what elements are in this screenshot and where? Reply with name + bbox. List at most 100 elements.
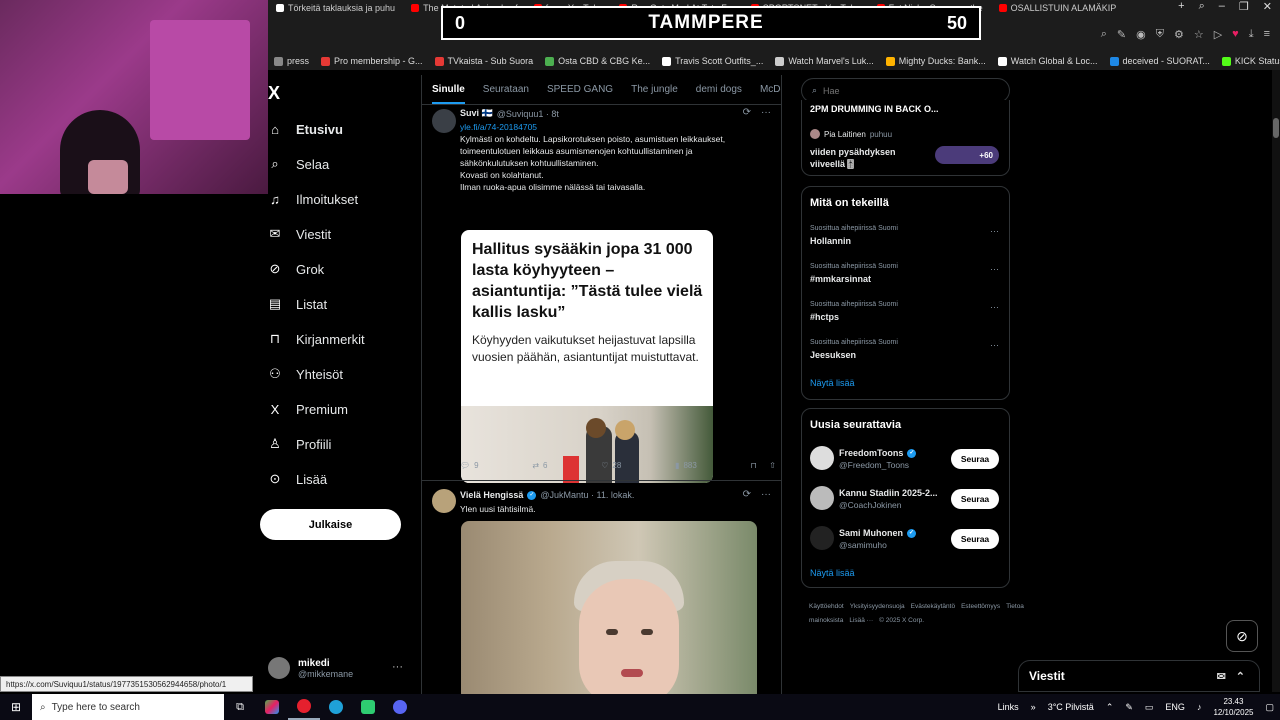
bookmark-item[interactable]: TVkaista - Sub Suora (429, 56, 540, 66)
follow-name[interactable]: Kannu Stadiin 2025-2... (839, 488, 938, 498)
bookmark-item[interactable]: Watch Global & Loc... (992, 56, 1104, 66)
share-icon[interactable]: ⇧ (769, 461, 776, 470)
volume-icon[interactable]: ♪ (1197, 702, 1202, 712)
windows-start-icon[interactable]: ⊞ (0, 694, 32, 720)
reply-button[interactable]: 💬︎ 9 (460, 461, 479, 470)
new-tab-icon[interactable]: + (1178, 0, 1184, 13)
more-icon[interactable]: ··· (990, 264, 999, 274)
tweet-link[interactable]: yle.fi/a/74-20184705 (460, 121, 760, 133)
show-more-link[interactable]: Näytä lisää (810, 568, 855, 578)
chevron-icon[interactable]: » (1031, 702, 1036, 712)
taskbar-search[interactable]: ⌕ Type here to search (32, 694, 224, 720)
search-tabs-icon[interactable]: ⌕ (1199, 0, 1205, 13)
scrollbar[interactable] (1272, 70, 1280, 692)
edit-icon[interactable]: ✎ (1117, 28, 1126, 41)
nav-item-grok[interactable]: ⊘ Grok (268, 259, 325, 279)
compose-message-icon[interactable]: ✉ (1217, 670, 1226, 683)
live-space-panel[interactable]: 2PM DRUMMING IN BACK O... Pia Laitinen p… (801, 100, 1010, 176)
nav-item-lisää[interactable]: ⊙ Lisää (268, 469, 328, 489)
feed-tab[interactable]: demi dogs (696, 84, 742, 95)
nav-item-listat[interactable]: ▤ Listat (268, 294, 327, 314)
clock[interactable]: 23.43 12/10/2025 (1213, 696, 1253, 718)
more-icon[interactable]: ··· (990, 226, 999, 236)
chevron-up-icon[interactable]: ⌃ (1236, 670, 1245, 683)
minimize-icon[interactable]: – (1219, 0, 1225, 13)
scrollbar-thumb[interactable] (1273, 118, 1279, 138)
feed-tab[interactable]: Seurataan (483, 84, 529, 95)
tweet-image[interactable] (461, 521, 757, 695)
discord-icon[interactable] (384, 694, 416, 720)
more-icon[interactable]: ··· (761, 489, 771, 500)
feed-tab[interactable]: The jungle (631, 84, 678, 95)
nav-item-yhteisöt[interactable]: ⚇ Yhteisöt (268, 364, 343, 384)
gear-icon[interactable]: ⚙ (1174, 28, 1184, 41)
search-icon[interactable]: ⌕ (1101, 28, 1107, 41)
app-icon[interactable] (256, 694, 288, 720)
trend-item[interactable]: #hctps (810, 312, 839, 322)
bookmark-item[interactable]: Osta CBD & CBG Ke... (539, 56, 656, 66)
post-button[interactable]: Julkaise (260, 509, 401, 540)
more-icon[interactable]: ··· (761, 107, 771, 118)
feed-tab[interactable]: McDonald (760, 84, 781, 95)
edge-icon[interactable] (320, 694, 352, 720)
footer-link[interactable]: Yksityisyydensuoja (850, 603, 905, 610)
follow-name[interactable]: FreedomToons ✓ (839, 448, 917, 458)
tweet-author-handle[interactable]: @JukMantu · 11. lokak. (540, 490, 634, 500)
nav-item-viestit[interactable]: ✉ Viestit (268, 224, 332, 244)
maximize-icon[interactable]: ❐ (1239, 0, 1249, 13)
camera-icon[interactable]: ◉ (1136, 28, 1146, 41)
star-icon[interactable]: ☆ (1194, 28, 1204, 41)
footer-link[interactable]: Lisää ··· (849, 617, 873, 624)
tweet-author-name[interactable]: Suvi 🇫🇮 (460, 108, 493, 119)
views-button[interactable]: ▮ 883 (675, 461, 697, 470)
nav-item-ilmoitukset[interactable]: ♫ Ilmoitukset (268, 189, 358, 209)
more-icon[interactable]: ··· (990, 340, 999, 350)
feed-tab[interactable]: SPEED GANG (547, 84, 613, 95)
show-more-link[interactable]: Näytä lisää (810, 378, 855, 388)
link-card[interactable]: Hallitus sysääkin jopa 31 000 lasta köyh… (461, 230, 713, 483)
bookmark-item[interactable]: KICK Status Page (1216, 56, 1280, 66)
play-icon[interactable]: ▷ (1214, 28, 1222, 41)
grok-icon[interactable]: ⟳ (743, 489, 751, 500)
bookmark-item[interactable]: Mighty Ducks: Bank... (880, 56, 992, 66)
bookmark-item[interactable]: press (268, 56, 315, 66)
tweet-author-handle[interactable]: @Suviquu1 · 8t (497, 109, 559, 119)
grok-button[interactable]: ⊘ (1226, 620, 1258, 652)
avatar[interactable] (810, 446, 834, 470)
network-icon[interactable]: ▭ (1145, 702, 1154, 713)
feed-tab[interactable]: Sinulle (432, 84, 465, 104)
avatar[interactable] (810, 486, 834, 510)
trend-item[interactable]: Hollannin (810, 236, 851, 246)
tweet-author-name[interactable]: Vielä Hengissä (460, 490, 523, 500)
listener-count[interactable]: +60 (935, 146, 999, 164)
app-icon[interactable] (352, 694, 384, 720)
avatar[interactable] (810, 526, 834, 550)
task-view-icon[interactable]: ⧉ (224, 694, 256, 720)
more-icon[interactable]: ··· (392, 661, 403, 673)
like-button[interactable]: ♡ 28 (601, 461, 621, 470)
nav-item-etusivu[interactable]: ⌂ Etusivu (268, 119, 343, 139)
notifications-icon[interactable]: ▢ (1265, 702, 1274, 713)
opera-icon[interactable] (288, 694, 320, 720)
footer-link[interactable]: © 2025 X Corp. (879, 617, 924, 624)
nav-item-selaa[interactable]: ⌕ Selaa (268, 154, 329, 174)
bookmark-item[interactable]: Watch Marvel's Luk... (769, 56, 879, 66)
follow-button[interactable]: Seuraa (951, 449, 999, 469)
nav-item-premium[interactable]: X Premium (268, 399, 348, 419)
nav-item-profiili[interactable]: ♙ Profiili (268, 434, 331, 454)
x-logo-icon[interactable]: X (268, 83, 280, 104)
bookmark-icon[interactable]: ⊓ (751, 461, 757, 470)
download-icon[interactable]: ⤓ (1249, 28, 1254, 41)
more-icon[interactable]: ··· (990, 302, 999, 312)
links-toolbar[interactable]: Links (998, 702, 1019, 712)
browser-tab[interactable]: OSALLISTUIN ALAMÄKIP (991, 0, 1125, 16)
follow-button[interactable]: Seuraa (951, 529, 999, 549)
footer-link[interactable]: Evästekäytäntö (911, 603, 955, 610)
account-switcher[interactable]: mikedi @mikkemane ··· (268, 653, 413, 683)
bookmark-item[interactable]: Pro membership - G... (315, 56, 429, 66)
footer-link[interactable]: Esteettömyys (961, 603, 1000, 610)
repost-button[interactable]: ⇄ 6 (532, 461, 547, 470)
close-icon[interactable]: ✕ (1263, 0, 1272, 13)
follow-name[interactable]: Sami Muhonen ✓ (839, 528, 917, 538)
nav-item-kirjanmerkit[interactable]: ⊓ Kirjanmerkit (268, 329, 365, 349)
